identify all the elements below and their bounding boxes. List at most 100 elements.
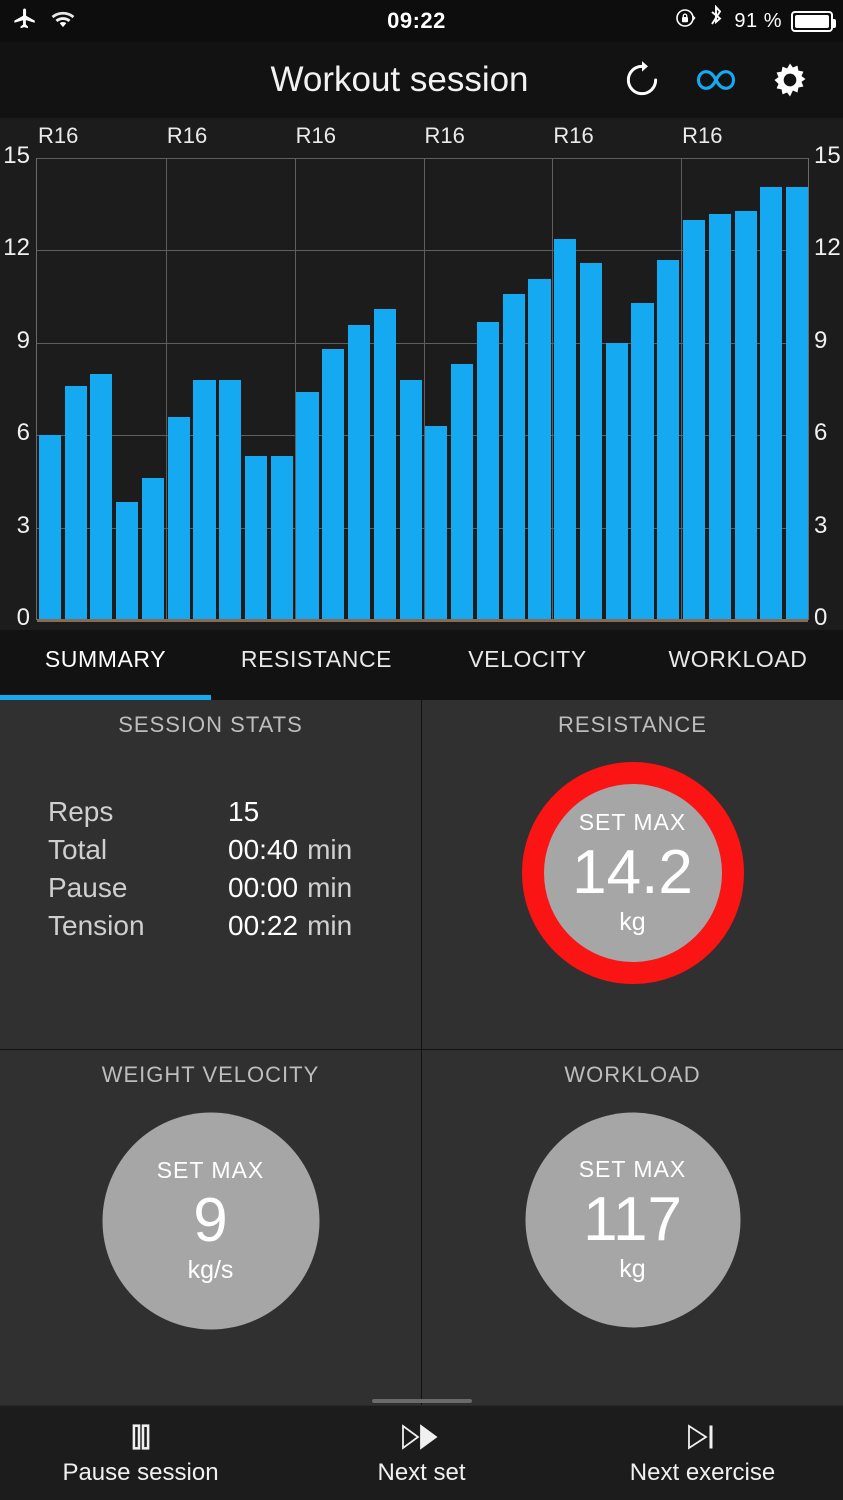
chart-bar [709, 214, 731, 619]
y-axis-tick-label: 3 [814, 512, 843, 540]
gauge-label: SET MAX [157, 1157, 265, 1184]
button-label: Next set [377, 1459, 465, 1487]
chart-baseline [37, 619, 808, 622]
button-label: Next exercise [630, 1459, 775, 1487]
y-axis-tick-label: 15 [0, 142, 30, 170]
chart-bar [451, 364, 473, 619]
resistance-gauge[interactable]: SET MAX 14.2 kg [522, 762, 744, 984]
rep-chart[interactable]: R16R16R16R16R16R16 15129630 15129630 [0, 118, 843, 630]
gauge-readout: SET MAX117kg [525, 1112, 741, 1328]
y-axis-tick-label: 12 [814, 234, 843, 262]
y-axis-tick-label: 6 [814, 419, 843, 447]
fast-forward-button[interactable]: Next set [281, 1406, 562, 1500]
tab-label: WORKLOAD [669, 646, 808, 673]
gauge-readout: SET MAX 14.2 kg [544, 784, 722, 962]
metrics-grid: SESSION STATS Reps15Total00:40minPause00… [0, 700, 843, 1405]
stat-key: Pause [48, 869, 228, 907]
stat-row: Pause00:00min [48, 869, 352, 907]
chart-bar [245, 456, 267, 619]
page-title: Workout session [0, 60, 619, 100]
gear-icon[interactable] [767, 57, 813, 103]
stat-unit [298, 793, 352, 831]
pause-button[interactable]: Pause session [0, 1406, 281, 1500]
chart-bar [374, 309, 396, 619]
resistance-panel: RESISTANCE SET MAX 14.2 kg [422, 700, 843, 1050]
gauge-label: SET MAX [579, 1156, 687, 1183]
resistance-title: RESISTANCE [558, 712, 707, 738]
chart-bar [606, 343, 628, 619]
gauge-value: 14.2 [572, 842, 693, 904]
y-axis-tick-label: 0 [814, 604, 843, 632]
chart-bar [219, 380, 241, 619]
home-indicator [372, 1399, 472, 1403]
tab-label: SUMMARY [45, 646, 166, 673]
chart-bar [90, 374, 112, 619]
chart-bar [193, 380, 215, 619]
status-bar: 09:22 91 % [0, 0, 843, 42]
chart-bar [142, 478, 164, 619]
chart-bar [296, 392, 318, 619]
weight-velocity-title: WEIGHT VELOCITY [102, 1062, 320, 1088]
header-actions [619, 57, 843, 103]
battery-icon [791, 11, 833, 32]
workload-title: WORKLOAD [564, 1062, 700, 1088]
gauge-label: SET MAX [579, 809, 687, 836]
session-control-bar: Pause session Next set Next exercise [0, 1405, 843, 1500]
tab-workload[interactable]: WORKLOAD [633, 630, 843, 700]
gauge-unit: kg [619, 908, 645, 937]
set-label: R16 [682, 123, 722, 149]
tab-velocity[interactable]: VELOCITY [422, 630, 633, 700]
gauge-unit: kg/s [188, 1256, 234, 1285]
tab-label: VELOCITY [468, 646, 587, 673]
gauge-readout: SET MAX 9 kg/s [102, 1112, 320, 1330]
airplane-mode-icon [12, 6, 38, 37]
set-label: R16 [167, 123, 207, 149]
y-axis-tick-label: 12 [0, 234, 30, 262]
workload-panel: WORKLOAD SET MAX117kg [422, 1050, 843, 1405]
chart-bar [348, 325, 370, 619]
stat-value: 00:40 [228, 831, 298, 869]
chart-bar [503, 294, 525, 619]
tab-resistance[interactable]: RESISTANCE [211, 630, 422, 700]
status-bar-right: 91 % [633, 5, 843, 37]
y-axis-tick-label: 6 [0, 419, 30, 447]
gauge-unit: kg [619, 1255, 645, 1284]
chart-bar [554, 239, 576, 619]
chart-bar [425, 426, 447, 619]
stat-key: Total [48, 831, 228, 869]
gauge-value: 9 [193, 1190, 227, 1252]
skip-next-icon [684, 1420, 722, 1454]
chart-bar [65, 386, 87, 619]
chart-plot-area [36, 158, 809, 620]
stat-unit: min [298, 831, 352, 869]
chart-bars [37, 159, 808, 619]
skip-next-button[interactable]: Next exercise [562, 1406, 843, 1500]
session-stats-panel: SESSION STATS Reps15Total00:40minPause00… [0, 700, 422, 1050]
stat-row: Tension00:22min [48, 907, 352, 945]
y-axis-tick-label: 15 [814, 142, 843, 170]
y-axis-tick-label: 9 [814, 327, 843, 355]
chart-bar [116, 502, 138, 619]
stat-value: 00:22 [228, 907, 298, 945]
tab-summary[interactable]: SUMMARY [0, 630, 211, 700]
infinity-icon[interactable] [693, 57, 739, 103]
button-label: Pause session [62, 1459, 218, 1487]
session-stats-table: Reps15Total00:40minPause00:00minTension0… [0, 793, 421, 945]
stat-row: Reps15 [48, 793, 352, 831]
stat-value: 00:00 [228, 869, 298, 907]
chart-bar [683, 220, 705, 619]
stat-row: Total00:40min [48, 831, 352, 869]
chart-bar [735, 211, 757, 619]
chart-bar [580, 263, 602, 619]
weight-velocity-gauge[interactable]: SET MAX 9 kg/s [102, 1112, 320, 1330]
fast-forward-icon [400, 1420, 444, 1454]
chart-bar [657, 260, 679, 619]
workload-gauge[interactable]: SET MAX117kg [525, 1112, 741, 1328]
chart-bar [39, 435, 61, 619]
y-axis-tick-label: 3 [0, 512, 30, 540]
chart-bar [477, 322, 499, 619]
tab-label: RESISTANCE [241, 646, 392, 673]
chart-bar [786, 187, 808, 619]
refresh-icon[interactable] [619, 57, 665, 103]
pause-icon [124, 1420, 158, 1454]
